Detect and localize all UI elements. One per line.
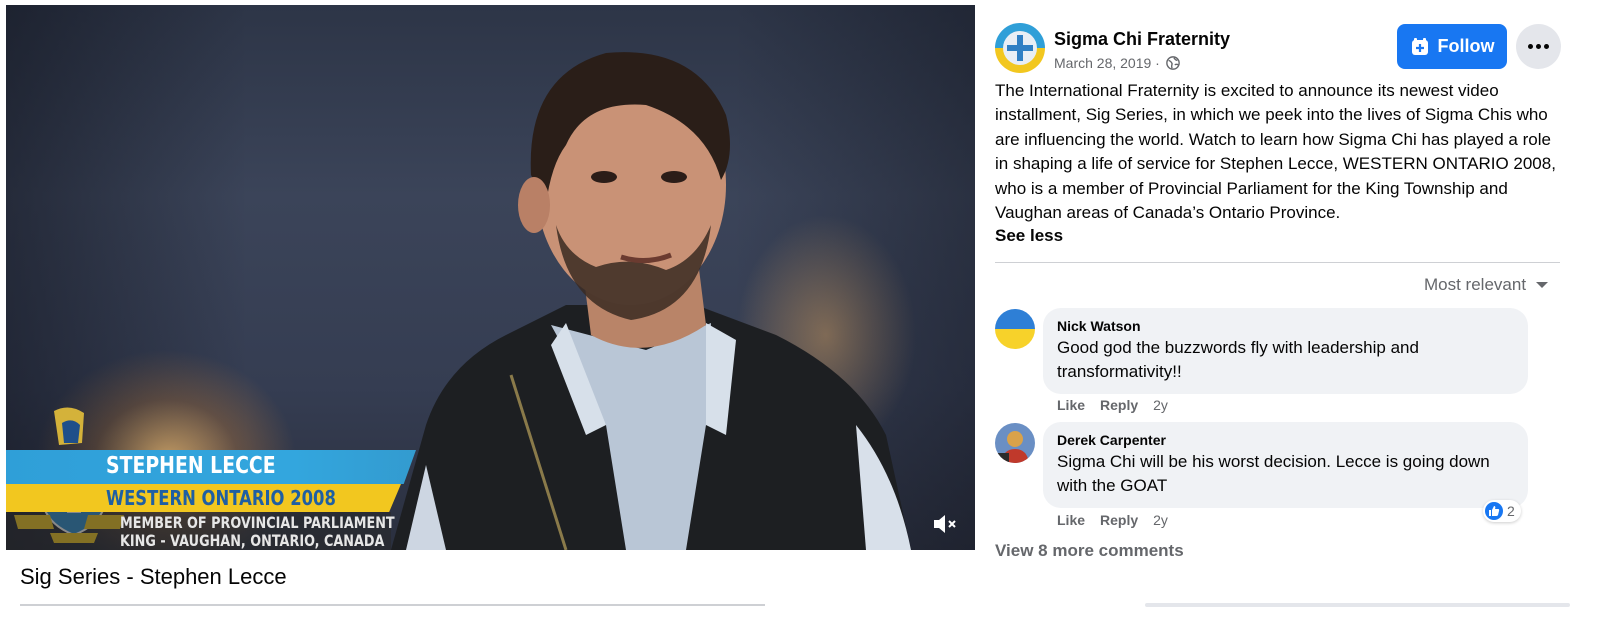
see-less-link[interactable]: See less <box>995 226 1063 246</box>
more-options-icon-dot <box>1544 44 1549 49</box>
commenter-avatar[interactable] <box>995 309 1035 349</box>
comment-time[interactable]: 2y <box>1153 512 1168 528</box>
comment-actions: Like Reply 2y <box>1057 397 1168 413</box>
reply-button[interactable]: Reply <box>1100 397 1138 413</box>
reaction-count-badge[interactable]: 2 <box>1483 500 1521 522</box>
lower-third-school: WESTERN ONTARIO 2008 <box>106 486 336 510</box>
comment-author[interactable]: Nick Watson <box>1057 317 1514 335</box>
comment-text: Good god the buzzwords fly with leadersh… <box>1057 338 1419 381</box>
lower-third-role: MEMBER OF PROVINCIAL PARLIAMENT KING - V… <box>120 514 395 550</box>
comment-sort-dropdown[interactable]: Most relevant <box>1424 275 1549 295</box>
page-avatar[interactable] <box>995 23 1045 73</box>
lower-third-name: STEPHEN LECCE <box>106 453 276 479</box>
post-date[interactable]: March 28, 2019 · <box>1054 55 1160 71</box>
lower-third-role-line2: KING - VAUGHAN, ONTARIO, CANADA <box>120 531 385 550</box>
more-options-icon <box>1528 44 1533 49</box>
reaction-count: 2 <box>1507 503 1515 519</box>
scrollbar[interactable] <box>1145 603 1570 607</box>
post-text: The International Fraternity is excited … <box>995 81 1556 223</box>
video-player[interactable]: STEPHEN LECCE WESTERN ONTARIO 2008 MEMBE… <box>6 5 975 550</box>
like-reaction-icon <box>1485 502 1503 520</box>
caret-down-icon <box>1536 282 1549 288</box>
post-meta: March 28, 2019 · <box>1054 55 1180 71</box>
lower-third-role-line1: MEMBER OF PROVINCIAL PARLIAMENT <box>120 513 395 532</box>
follow-button[interactable]: Follow <box>1397 24 1507 69</box>
video-title: Sig Series - Stephen Lecce <box>20 564 287 589</box>
divider <box>995 262 1560 263</box>
more-options-button[interactable] <box>1516 24 1561 69</box>
comment-bubble: Derek Carpenter Sigma Chi will be his wo… <box>1043 422 1528 508</box>
follow-label: Follow <box>1437 36 1495 56</box>
divider <box>20 604 765 606</box>
reply-button[interactable]: Reply <box>1100 512 1138 528</box>
globe-icon <box>1165 56 1180 70</box>
comment-text: Sigma Chi will be his worst decision. Le… <box>1057 452 1490 495</box>
comment-author[interactable]: Derek Carpenter <box>1057 431 1514 449</box>
commenter-avatar[interactable] <box>995 423 1035 463</box>
sort-label: Most relevant <box>1424 275 1527 294</box>
page-name-link[interactable]: Sigma Chi Fraternity <box>1054 29 1230 50</box>
muted-speaker-icon[interactable] <box>931 510 959 538</box>
follow-page-icon <box>1411 37 1428 55</box>
lower-third-banner: STEPHEN LECCE WESTERN ONTARIO 2008 MEMBE… <box>6 450 416 550</box>
like-button[interactable]: Like <box>1057 512 1085 528</box>
comment-bubble: Nick Watson Good god the buzzwords fly w… <box>1043 308 1528 394</box>
comment-actions: Like Reply 2y <box>1057 512 1168 528</box>
view-more-comments-link[interactable]: View 8 more comments <box>995 541 1184 561</box>
more-options-icon-dot <box>1536 44 1541 49</box>
like-button[interactable]: Like <box>1057 397 1085 413</box>
comment-time[interactable]: 2y <box>1153 397 1168 413</box>
